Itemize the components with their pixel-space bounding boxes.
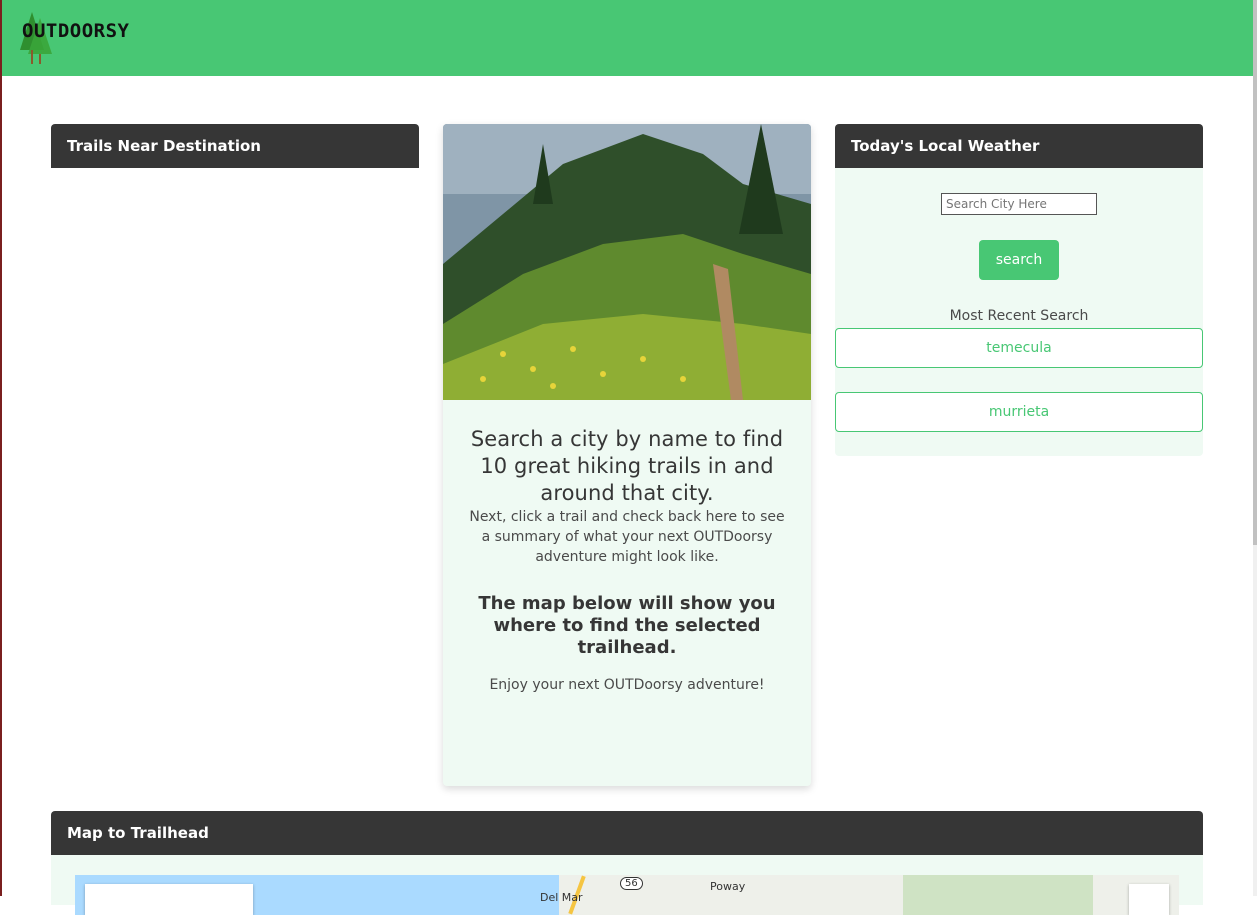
scrollbar-thumb[interactable] [1253,0,1257,545]
window-edge [0,0,2,896]
map-panel: Map to Trailhead Del Mar 56 Poway [51,811,1203,915]
weather-panel-header: Today's Local Weather [835,124,1203,168]
weather-body: search Most Recent Search temecula murri… [835,168,1203,456]
trails-panel: Trails Near Destination [51,124,419,168]
weather-panel: Today's Local Weather search Most Recent… [835,124,1203,456]
intro-title: Search a city by name to find 10 great h… [470,427,784,505]
recent-search-label: Most Recent Search [949,308,1089,324]
map-view[interactable]: Del Mar 56 Poway [75,875,1179,915]
city-search-input[interactable] [941,193,1097,215]
enjoy-text: Enjoy your next OUTDoorsy adventure! [489,677,765,693]
recent-search-button[interactable]: murrieta [835,392,1203,432]
brand-logo-text[interactable]: OUTDOORSY [22,20,129,42]
intro-text: Next, click a trail and check back here … [469,509,785,565]
map-label: Poway [710,880,746,893]
route-shield: 56 [620,877,643,890]
map-body: Del Mar 56 Poway [51,855,1203,915]
intro-card: Search a city by name to find 10 great h… [443,124,811,786]
trails-panel-header: Trails Near Destination [51,124,419,168]
map-type-control[interactable] [85,884,253,915]
map-note: The map below will show you where to fin… [478,593,776,658]
fullscreen-button[interactable] [1129,884,1169,915]
map-park-area [903,875,1093,915]
map-label: Del Mar [540,891,583,904]
top-navbar: OUTDOORSY [2,0,1253,76]
map-panel-header: Map to Trailhead [51,811,1203,855]
recent-search-button[interactable]: temecula [835,328,1203,368]
search-button[interactable]: search [979,240,1059,280]
trail-hero-image [443,124,811,400]
